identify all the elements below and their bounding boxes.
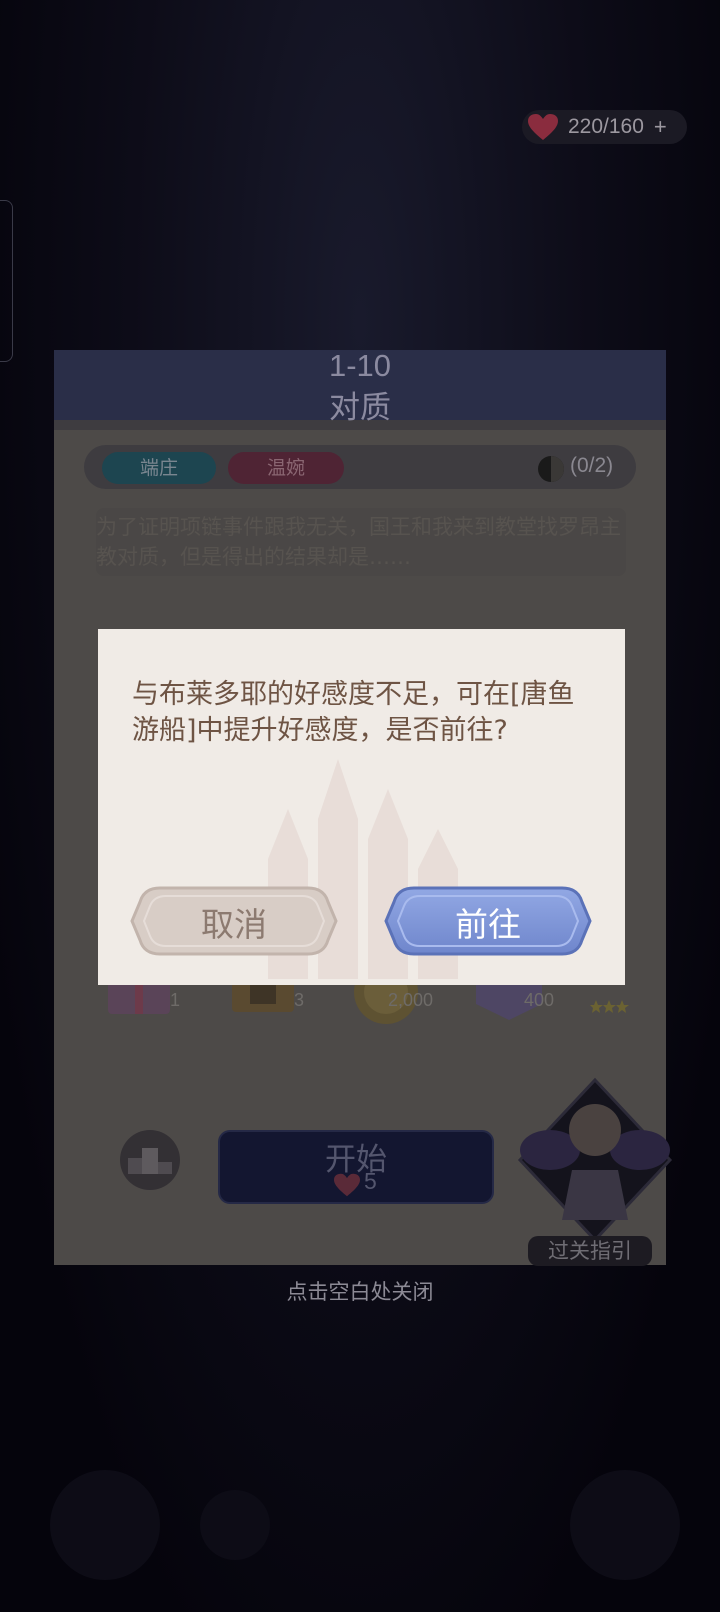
tag-elegant: 端庄 xyxy=(102,452,216,484)
heart-icon xyxy=(528,114,558,140)
start-button[interactable]: 开始 5 xyxy=(218,1130,494,1204)
reward-gold-count: 2,000 xyxy=(388,990,434,1010)
side-tab[interactable] xyxy=(0,200,13,362)
guide-button[interactable]: 过关指引 xyxy=(528,1236,652,1266)
star-rating-icon xyxy=(590,1000,629,1013)
ranking-button[interactable] xyxy=(120,1130,180,1190)
go-button[interactable]: 前往 xyxy=(384,884,592,958)
reward-gift-count: 1 xyxy=(170,990,181,1010)
bottom-nav-item[interactable] xyxy=(570,1470,680,1580)
go-label: 前往 xyxy=(455,905,521,944)
reward-exp-count: 400 xyxy=(524,990,555,1010)
bottom-nav-item[interactable] xyxy=(200,1490,270,1560)
reward-book-count: 3 xyxy=(294,990,305,1010)
fairy-guide-icon[interactable] xyxy=(510,1070,680,1260)
progress-moon-icon xyxy=(538,456,564,482)
cancel-label: 取消 xyxy=(201,905,267,944)
cancel-button[interactable]: 取消 xyxy=(130,884,338,958)
dialog-message: 与布莱多耶的好感度不足，可在[唐鱼游船]中提升好感度，是否前往? xyxy=(132,679,575,746)
level-description: 为了证明项链事件跟我无关，国王和我来到教堂找罗昂主教对质，但是得出的结果却是…… xyxy=(96,508,626,576)
level-title: 对质 xyxy=(329,390,391,426)
hearts-counter[interactable]: 220/160 + xyxy=(522,110,687,144)
close-hint[interactable]: 点击空白处关闭 xyxy=(0,1276,720,1306)
heart-cost-icon xyxy=(334,1173,360,1197)
hearts-count: 220/160 xyxy=(568,115,644,138)
bottom-nav-item[interactable] xyxy=(50,1470,160,1580)
level-number: 1-10 xyxy=(328,348,392,383)
add-hearts-button[interactable]: + xyxy=(654,114,667,140)
confirm-dialog: 与布莱多耶的好感度不足，可在[唐鱼游船]中提升好感度，是否前往? 取消 前往 xyxy=(98,629,625,985)
start-cost: 5 xyxy=(364,1168,377,1194)
level-progress: (0/2) xyxy=(570,454,614,477)
tag-gentle: 温婉 xyxy=(228,452,344,484)
podium-icon xyxy=(128,1148,172,1174)
